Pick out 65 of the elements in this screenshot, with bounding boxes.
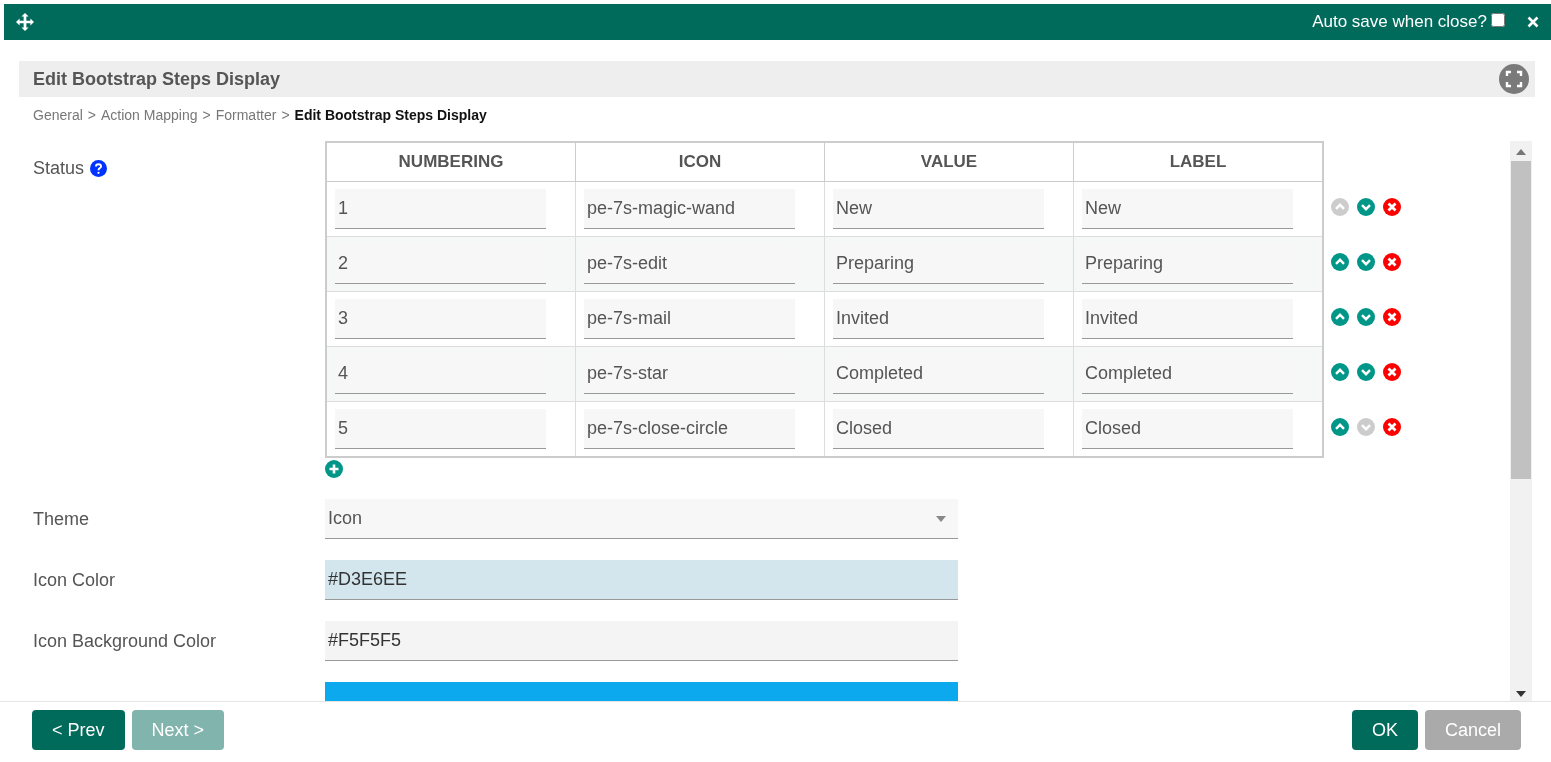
table-input[interactable]: pe-7s-magic-wand bbox=[584, 189, 795, 229]
breadcrumb-item[interactable]: Formatter bbox=[215, 107, 277, 123]
move-up-icon[interactable] bbox=[1331, 307, 1349, 326]
table-input[interactable]: pe-7s-close-circle bbox=[584, 409, 795, 449]
table-input[interactable]: Closed bbox=[833, 409, 1044, 449]
table-input[interactable]: New bbox=[1082, 189, 1293, 229]
table-input[interactable]: 1 bbox=[335, 189, 546, 229]
move-up-icon[interactable] bbox=[1331, 417, 1349, 436]
scrollbar-thumb[interactable] bbox=[1511, 161, 1531, 479]
close-icon[interactable] bbox=[1527, 16, 1539, 28]
field-label: Theme bbox=[33, 508, 90, 530]
table-input[interactable]: Completed bbox=[833, 354, 1044, 394]
prev-button[interactable]: < Prev bbox=[32, 710, 125, 750]
scrollbar[interactable] bbox=[1510, 141, 1532, 701]
table-input[interactable]: 5 bbox=[335, 409, 546, 449]
table-input[interactable]: Preparing bbox=[1082, 244, 1293, 284]
move-icon[interactable] bbox=[16, 13, 34, 31]
scroll-down-icon[interactable] bbox=[1516, 691, 1526, 697]
table-input[interactable]: 3 bbox=[335, 299, 546, 339]
field-label: Icon Color bbox=[33, 569, 116, 591]
table-input[interactable]: Closed bbox=[1082, 409, 1293, 449]
table-input[interactable]: pe-7s-edit bbox=[584, 244, 795, 284]
help-icon[interactable] bbox=[90, 159, 108, 177]
move-up-icon[interactable] bbox=[1331, 362, 1349, 381]
table-input[interactable]: 4 bbox=[335, 354, 546, 394]
column-header: NUMBERING bbox=[326, 142, 576, 182]
table-input[interactable]: Invited bbox=[833, 299, 1044, 339]
column-header: VALUE bbox=[824, 142, 1074, 182]
scroll-up-icon[interactable] bbox=[1516, 149, 1526, 155]
add-icon[interactable] bbox=[325, 460, 343, 478]
move-down-icon[interactable] bbox=[1357, 252, 1375, 271]
delete-icon[interactable] bbox=[1383, 417, 1401, 436]
delete-icon[interactable] bbox=[1383, 362, 1401, 381]
breadcrumb-item: Edit Bootstrap Steps Display bbox=[294, 107, 487, 123]
field-label: Status bbox=[33, 157, 85, 179]
move-down-icon[interactable] bbox=[1357, 362, 1375, 381]
caret-icon bbox=[936, 515, 946, 522]
table-input[interactable]: pe-7s-star bbox=[584, 354, 795, 394]
field-label: Icon Background Color bbox=[33, 630, 217, 652]
table-input[interactable]: New bbox=[833, 189, 1044, 229]
table-input[interactable]: Preparing bbox=[833, 244, 1044, 284]
table-input[interactable]: Completed bbox=[1082, 354, 1293, 394]
move-down-icon[interactable] bbox=[1357, 197, 1375, 216]
ok-button[interactable]: OK bbox=[1351, 710, 1418, 750]
dialog-title: Edit Bootstrap Steps Display bbox=[33, 68, 281, 90]
move-down-icon[interactable] bbox=[1357, 307, 1375, 326]
column-header: ICON bbox=[575, 142, 825, 182]
autosave-checkbox[interactable] bbox=[1491, 13, 1505, 27]
table-input[interactable]: pe-7s-mail bbox=[584, 299, 795, 339]
theme-dropdown[interactable]: Icon bbox=[325, 499, 958, 539]
delete-icon[interactable] bbox=[1383, 252, 1401, 271]
breadcrumb-separator: > bbox=[281, 107, 290, 123]
breadcrumb-item[interactable]: Action Mapping bbox=[101, 107, 198, 123]
table-input[interactable]: 2 bbox=[335, 244, 546, 284]
move-up-icon[interactable] bbox=[1331, 252, 1349, 271]
table-input[interactable]: Invited bbox=[1082, 299, 1293, 339]
delete-icon[interactable] bbox=[1383, 307, 1401, 326]
delete-icon[interactable] bbox=[1383, 197, 1401, 216]
breadcrumb-item[interactable]: General bbox=[33, 107, 83, 123]
fullscreen-icon[interactable] bbox=[1499, 64, 1529, 94]
color-input[interactable]: #D3E6EE bbox=[325, 560, 958, 600]
breadcrumb-separator: > bbox=[87, 107, 96, 123]
color-input[interactable]: #F5F5F5 bbox=[325, 621, 958, 661]
autosave-label: Auto save when close? bbox=[1312, 12, 1487, 32]
breadcrumb-separator: > bbox=[202, 107, 211, 123]
